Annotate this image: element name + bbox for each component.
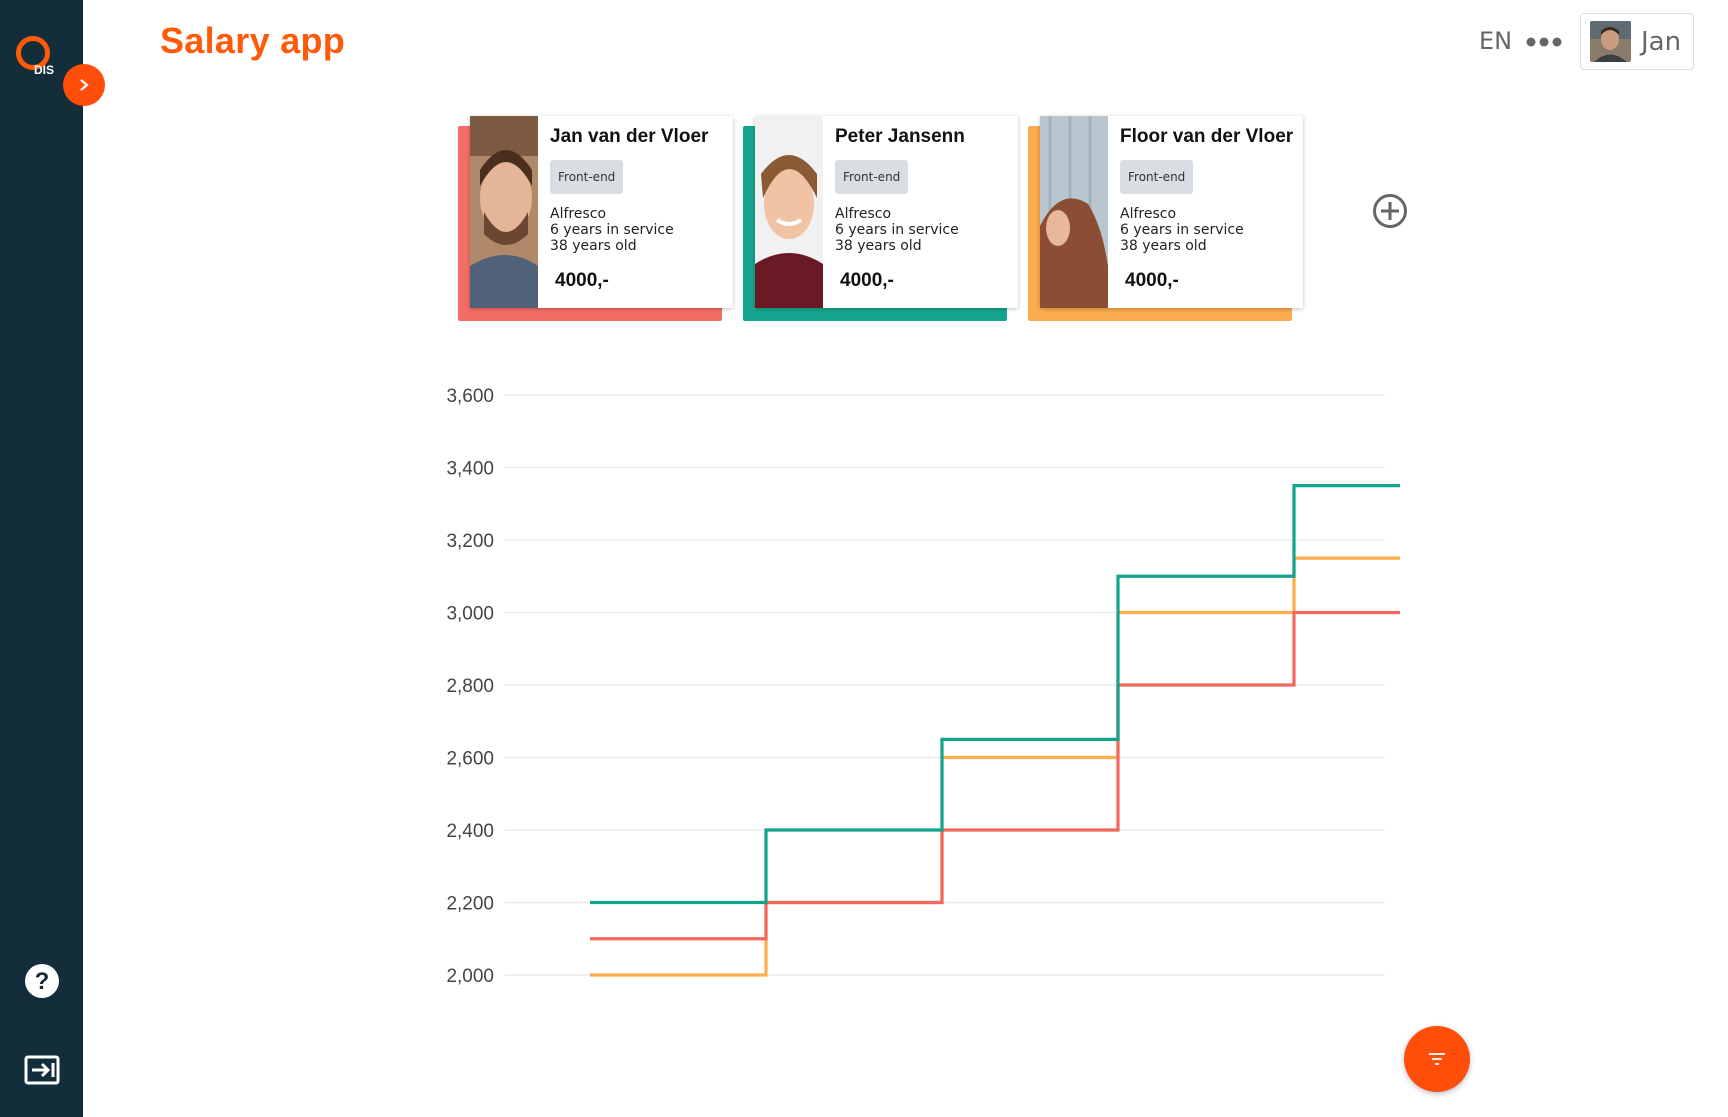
- y-tick-label: 2,000: [446, 966, 494, 987]
- employee-company: Alfresco: [550, 206, 607, 222]
- logo-text: DIS: [34, 63, 55, 77]
- employee-card-body[interactable]: Jan van der Vloer Front-end Alfresco 6 y…: [470, 116, 733, 308]
- y-tick-label: 3,000: [446, 604, 494, 625]
- employee-photo: [470, 116, 538, 308]
- page-title: Salary app: [160, 20, 346, 61]
- help-button[interactable]: ?: [24, 963, 60, 999]
- employee-card-body[interactable]: Floor van der Vloer Front-end Alfresco 6…: [1040, 116, 1303, 308]
- y-tick-label: 2,200: [446, 894, 494, 915]
- filter-icon: [1429, 1053, 1445, 1065]
- employee-card: Jan van der Vloer Front-end Alfresco 6 y…: [458, 116, 760, 322]
- more-dots-icon: [1526, 37, 1562, 47]
- sidebar: DIS ?: [0, 0, 83, 1117]
- logout-icon: [24, 1055, 60, 1085]
- series-line-jan: [590, 610, 1400, 941]
- employee-card: Floor van der Vloer Front-end Alfresco 6…: [1028, 116, 1330, 322]
- employee-name: Floor van der Vloer: [1120, 126, 1294, 147]
- employee-name: Jan van der Vloer: [550, 126, 709, 147]
- filter-button[interactable]: [1404, 1026, 1470, 1092]
- add-employee-button[interactable]: [1372, 193, 1408, 229]
- employee-service: 6 years in service: [835, 222, 959, 238]
- employee-card: Peter Jansenn Front-end Alfresco 6 years…: [743, 116, 1045, 322]
- employee-company: Alfresco: [1120, 206, 1177, 222]
- y-tick-label: 3,600: [446, 386, 494, 407]
- employee-service: 6 years in service: [1120, 222, 1244, 238]
- plus-circle-icon: [1373, 194, 1407, 228]
- avatar: [1590, 21, 1631, 62]
- chevron-right-icon: [80, 79, 89, 91]
- role-tag: Front-end: [1120, 160, 1194, 194]
- employee-service: 6 years in service: [550, 222, 674, 238]
- user-name: Jan: [1641, 26, 1682, 57]
- help-icon: ?: [25, 964, 59, 998]
- employee-age: 38 years old: [1120, 238, 1207, 254]
- more-options-button[interactable]: [1526, 32, 1562, 52]
- employee-salary: 4000,-: [1125, 270, 1179, 291]
- y-tick-label: 3,200: [446, 531, 494, 552]
- employee-age: 38 years old: [550, 238, 637, 254]
- role-tag: Front-end: [835, 160, 909, 194]
- series-line-pieter: [590, 484, 1400, 905]
- svg-text:?: ?: [35, 968, 50, 995]
- language-switcher[interactable]: EN: [1479, 27, 1512, 55]
- logout-button[interactable]: [24, 1054, 60, 1086]
- employee-age: 38 years old: [835, 238, 922, 254]
- employee-photo: [1040, 116, 1108, 308]
- y-tick-label: 2,800: [446, 676, 494, 697]
- role-tag: Front-end: [550, 160, 624, 194]
- employee-company: Alfresco: [835, 206, 892, 222]
- salary-chart: 2,000 2,200 2,400 2,600 2,800 3,000 3,200 3,400…: [446, 386, 1400, 987]
- expand-sidebar-button[interactable]: [63, 64, 105, 106]
- y-tick-label: 3,400: [446, 459, 494, 480]
- employee-photo: [755, 116, 823, 308]
- employee-name: Peter Jansenn: [835, 126, 965, 147]
- app-logo[interactable]: DIS: [14, 36, 58, 80]
- employee-salary: 4000,-: [840, 270, 894, 291]
- series-line-jan: [590, 556, 1400, 977]
- y-tick-label: 2,400: [446, 821, 494, 842]
- y-tick-label: 2,600: [446, 749, 494, 770]
- employee-salary: 4000,-: [555, 270, 609, 291]
- user-menu[interactable]: Jan: [1580, 13, 1694, 70]
- employee-card-body[interactable]: Peter Jansenn Front-end Alfresco 6 years…: [755, 116, 1018, 308]
